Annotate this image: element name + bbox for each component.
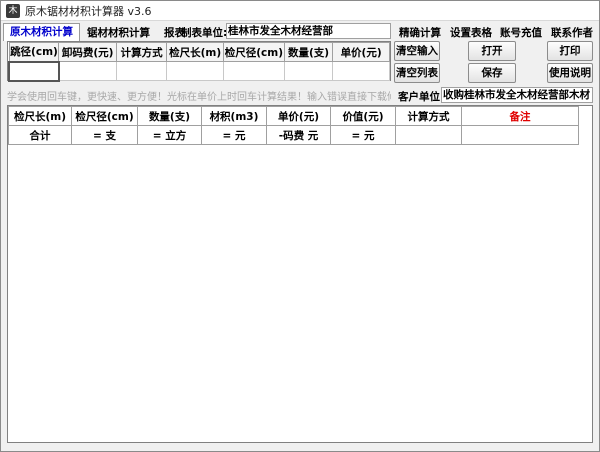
column-header: 跳径(cm) [8,42,60,62]
input-grid: 跳径(cm) 卸码费(元) 计算方式 检尺长(m) 检尺径(cm) 数量(支) … [7,41,391,82]
customer-unit-input[interactable]: 收购桂林市发全木材经营部木材 [441,87,593,103]
clear-list-button[interactable]: 清空列表 [394,63,440,83]
input-grid-header-row: 跳径(cm) 卸码费(元) 计算方式 检尺长(m) 检尺径(cm) 数量(支) … [8,42,390,62]
tab-lumber-volume[interactable]: 锯材材积计算 [80,24,157,41]
column-header: 单价(元) [266,106,331,126]
scale-length-input[interactable] [166,61,224,81]
total-cell: = 元 [201,125,267,145]
column-header: 价值(元) [330,106,396,126]
app-window: 木 原木锯材材积计算器 v3.6 原木材积计算 锯材材积计算 报表 制表单位: … [0,0,600,452]
menu-precise-calc[interactable]: 精确计算 [399,25,441,40]
total-cell [395,125,462,145]
issuer-unit-input[interactable]: 桂林市发全木材经营部 [226,23,391,39]
total-cell: = 立方 [137,125,202,145]
column-header: 计算方式 [395,106,462,126]
result-header-row: 检尺长(m) 检尺径(cm) 数量(支) 材积(m3) 单价(元) 价值(元) … [8,106,579,126]
issuer-unit-label: 制表单位: [181,27,228,39]
total-cell: = 元 [330,125,396,145]
jump-diameter-input[interactable] [8,60,60,82]
title-bar[interactable]: 木 原木锯材材积计算器 v3.6 [1,1,599,21]
column-header: 检尺径(cm) [222,42,285,62]
window-title: 原木锯材材积计算器 v3.6 [25,4,152,18]
column-header: 卸码费(元) [58,42,117,62]
tab-log-volume[interactable]: 原木材积计算 [3,23,80,41]
help-button[interactable]: 使用说明 [547,63,593,83]
result-list[interactable]: 检尺长(m) 检尺径(cm) 数量(支) 材积(m3) 单价(元) 价值(元) … [7,105,593,443]
total-cell: -码费 元 [266,125,331,145]
app-logo-icon: 木 [6,3,20,18]
menu-account-recharge[interactable]: 账号充值 [500,25,542,40]
menu-contact-author[interactable]: 联系作者 [551,25,593,40]
column-header: 数量(支) [283,42,334,62]
open-button[interactable]: 打开 [468,41,516,61]
total-cell: = 支 [71,125,138,145]
column-header: 计算方式 [115,42,168,62]
calc-method-input[interactable] [115,61,168,81]
column-header: 单价(元) [332,42,390,62]
customer-unit-label: 客户单位: [398,91,445,103]
column-header: 检尺长(m) [166,42,224,62]
total-label: 合计 [8,125,72,145]
menu-table-settings[interactable]: 设置表格 [450,25,492,40]
remark-column-header: 备注 [461,106,579,126]
print-button[interactable]: 打印 [547,41,593,61]
column-header: 检尺长(m) [8,106,72,126]
unloading-fee-input[interactable] [58,61,117,81]
unit-price-input[interactable] [332,61,390,81]
input-grid-entry-row [8,60,390,82]
total-cell [461,125,579,145]
column-header: 检尺径(cm) [71,106,138,126]
scale-diameter-input[interactable] [222,61,285,81]
usage-hint: 学会使用回车键，更快速、更方便！光标在单价上时回车计算结果！输入错误直接下载修改… [7,92,391,103]
quantity-input[interactable] [283,61,334,81]
tab-bar: 原木材积计算 锯材材积计算 报表 [3,23,192,41]
save-button[interactable]: 保存 [468,63,516,83]
column-header: 材积(m3) [201,106,267,126]
column-header: 数量(支) [137,106,202,126]
clear-input-button[interactable]: 清空输入 [394,41,440,61]
total-row[interactable]: 合计 = 支 = 立方 = 元 -码费 元 = 元 [8,125,579,145]
